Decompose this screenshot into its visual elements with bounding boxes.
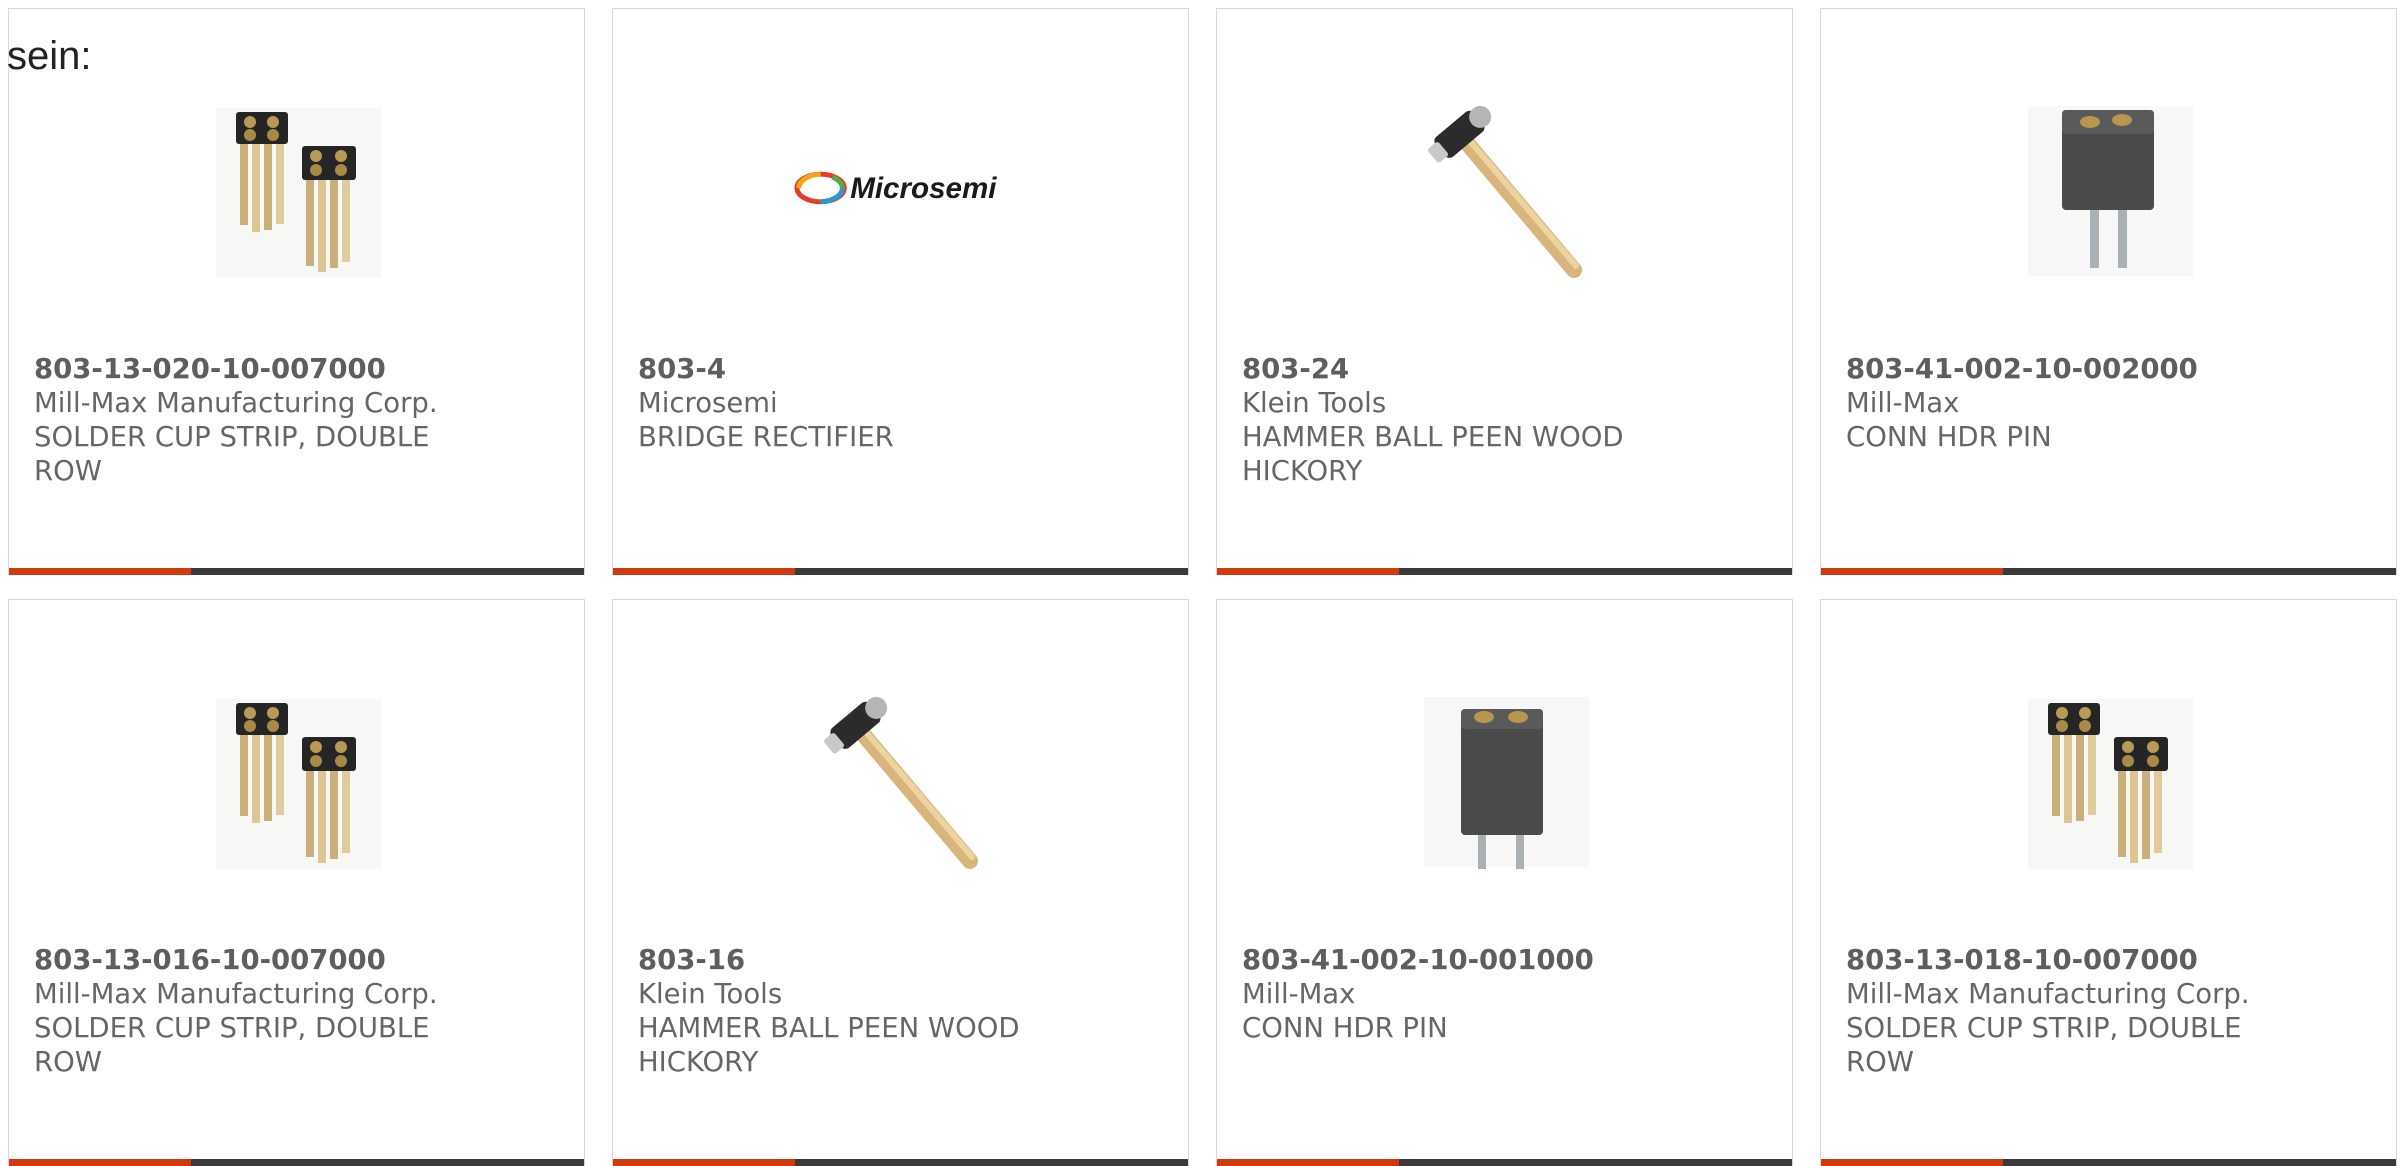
product-description: HAMMER BALL PEEN WOOD HICKORY xyxy=(1242,421,1624,487)
product-info: 803-16 Klein Tools HAMMER BALL PEEN WOOD… xyxy=(638,943,1058,1079)
card-accent-bar xyxy=(1821,1159,2003,1166)
manufacturer-name: Klein Tools xyxy=(1242,387,1387,419)
product-description: SOLDER CUP STRIP, DOUBLE ROW xyxy=(34,421,430,487)
product-image xyxy=(1397,670,1614,887)
manufacturer-name: Mill-Max xyxy=(1846,387,1960,419)
solder-cup-strip-image xyxy=(215,107,381,278)
product-image xyxy=(793,670,1010,887)
product-info: 803-41-002-10-001000 Mill-Max CONN HDR P… xyxy=(1242,943,1662,1045)
card-bottom-bar xyxy=(1217,1159,1792,1166)
manufacturer-name: Klein Tools xyxy=(638,978,783,1010)
card-accent-bar xyxy=(1217,568,1399,575)
manufacturer-name: Mill-Max Manufacturing Corp. xyxy=(34,978,438,1010)
card-accent-bar xyxy=(9,1159,191,1166)
product-description: SOLDER CUP STRIP, DOUBLE ROW xyxy=(34,1012,430,1078)
manufacturer-name: Mill-Max Manufacturing Corp. xyxy=(34,387,438,419)
part-number[interactable]: 803-13-020-10-007000 xyxy=(34,352,454,386)
product-card[interactable]: 803-13-020-10-007000 Mill-Max Manufactur… xyxy=(8,8,585,575)
card-bottom-bar xyxy=(9,568,584,575)
part-number[interactable]: 803-41-002-10-001000 xyxy=(1242,943,1662,977)
product-info: 803-4 Microsemi BRIDGE RECTIFIER xyxy=(638,352,1058,454)
product-card[interactable]: 803-41-002-10-002000 Mill-Max CONN HDR P… xyxy=(1820,8,2397,575)
product-description: HAMMER BALL PEEN WOOD HICKORY xyxy=(638,1012,1020,1078)
manufacturer-name: Mill-Max xyxy=(1242,978,1356,1010)
product-card[interactable]: 803-16 Klein Tools HAMMER BALL PEEN WOOD… xyxy=(612,599,1189,1166)
manufacturer-name: Microsemi xyxy=(638,387,778,419)
card-accent-bar xyxy=(1821,568,2003,575)
product-info: 803-13-020-10-007000 Mill-Max Manufactur… xyxy=(34,352,454,488)
header-pin-connector-image xyxy=(1423,696,1589,869)
product-info: 803-41-002-10-002000 Mill-Max CONN HDR P… xyxy=(1846,352,2266,454)
product-description: BRIDGE RECTIFIER xyxy=(638,421,894,453)
card-bottom-bar xyxy=(1217,568,1792,575)
microsemi-logo-icon: Microsemi xyxy=(794,171,997,204)
header-pin-connector-image xyxy=(2027,105,2193,276)
card-accent-bar xyxy=(613,1159,795,1166)
part-number[interactable]: 803-16 xyxy=(638,943,1058,977)
product-info: 803-13-016-10-007000 Mill-Max Manufactur… xyxy=(34,943,454,1079)
ball-peen-hammer-image xyxy=(1427,105,1582,278)
part-number[interactable]: 803-4 xyxy=(638,352,1058,386)
product-image xyxy=(189,670,406,887)
ball-peen-hammer-image xyxy=(823,696,978,869)
solder-cup-strip-image xyxy=(215,698,381,869)
part-number[interactable]: 803-13-018-10-007000 xyxy=(1846,943,2266,977)
product-image xyxy=(1397,79,1614,296)
intro-text: sein: xyxy=(7,34,92,78)
solder-cup-strip-image xyxy=(2027,698,2193,869)
product-description: SOLDER CUP STRIP, DOUBLE ROW xyxy=(1846,1012,2242,1078)
card-accent-bar xyxy=(1217,1159,1399,1166)
product-card[interactable]: 803-24 Klein Tools HAMMER BALL PEEN WOOD… xyxy=(1216,8,1793,575)
product-card[interactable]: Microsemi 803-4 Microsemi BRIDGE RECTIFI… xyxy=(612,8,1189,575)
product-image xyxy=(2001,670,2218,887)
card-accent-bar xyxy=(9,568,191,575)
card-bottom-bar xyxy=(1821,1159,2396,1166)
part-number[interactable]: 803-24 xyxy=(1242,352,1662,386)
product-image xyxy=(2001,79,2218,296)
logo-text: Microsemi xyxy=(850,171,997,204)
product-image xyxy=(189,79,406,296)
product-description: CONN HDR PIN xyxy=(1846,421,2052,453)
manufacturer-name: Mill-Max Manufacturing Corp. xyxy=(1846,978,2250,1010)
product-image: Microsemi xyxy=(793,79,1010,296)
card-bottom-bar xyxy=(613,1159,1188,1166)
part-number[interactable]: 803-41-002-10-002000 xyxy=(1846,352,2266,386)
product-info: 803-13-018-10-007000 Mill-Max Manufactur… xyxy=(1846,943,2266,1079)
part-number[interactable]: 803-13-016-10-007000 xyxy=(34,943,454,977)
product-description: CONN HDR PIN xyxy=(1242,1012,1448,1044)
card-bottom-bar xyxy=(1821,568,2396,575)
card-accent-bar xyxy=(613,568,795,575)
product-info: 803-24 Klein Tools HAMMER BALL PEEN WOOD… xyxy=(1242,352,1662,488)
product-card[interactable]: 803-13-016-10-007000 Mill-Max Manufactur… xyxy=(8,599,585,1166)
card-bottom-bar xyxy=(613,568,1188,575)
card-bottom-bar xyxy=(9,1159,584,1166)
product-card[interactable]: 803-13-018-10-007000 Mill-Max Manufactur… xyxy=(1820,599,2397,1166)
product-card[interactable]: 803-41-002-10-001000 Mill-Max CONN HDR P… xyxy=(1216,599,1793,1166)
